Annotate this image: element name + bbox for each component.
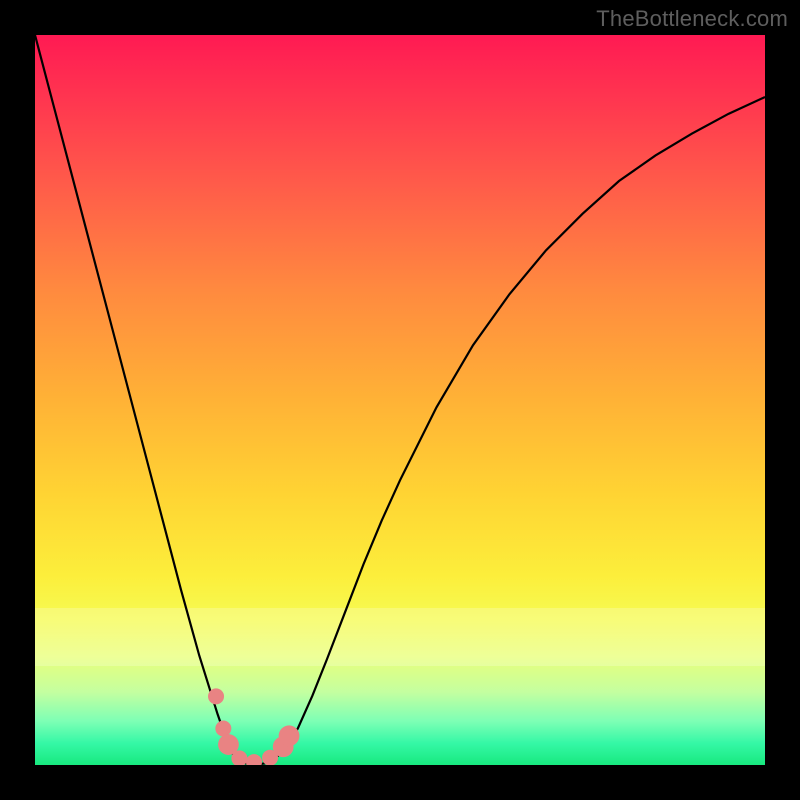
curve-marker <box>279 725 300 746</box>
curve-markers <box>208 688 299 765</box>
watermark-text: TheBottleneck.com <box>596 6 788 32</box>
curve-marker <box>215 721 231 737</box>
plot-area <box>35 35 765 765</box>
bottleneck-curve <box>35 35 765 765</box>
curve-marker <box>246 754 262 765</box>
curve-path <box>35 35 765 765</box>
curve-marker <box>208 688 224 704</box>
chart-frame: TheBottleneck.com <box>0 0 800 800</box>
